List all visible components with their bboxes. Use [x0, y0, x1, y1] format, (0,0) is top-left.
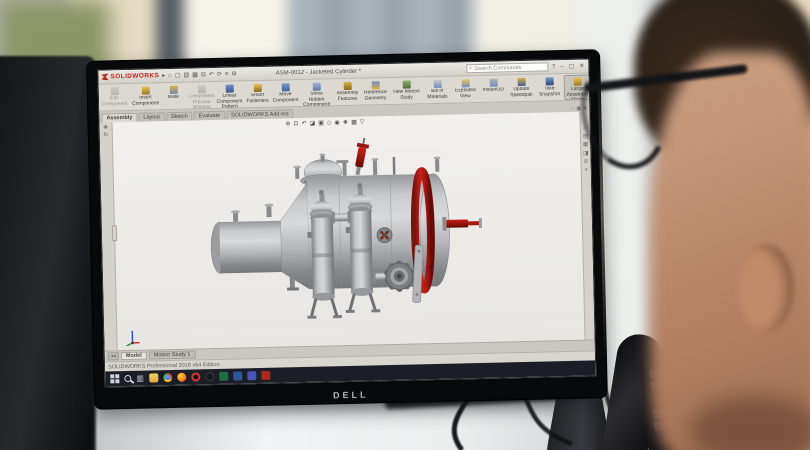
taskbar-search-icon[interactable] [124, 375, 131, 382]
edit-appearance-icon[interactable]: ❖ [343, 119, 349, 126]
open-icon[interactable]: ▤ [183, 72, 189, 78]
minimize-icon[interactable]: – [559, 64, 564, 70]
ribbon-button-new-motion-study[interactable]: New Motion Study [393, 78, 421, 104]
custom-properties-icon[interactable]: ≡ [585, 168, 588, 174]
media-app-icon[interactable] [205, 372, 214, 381]
insert-components-icon [141, 86, 149, 94]
component-preview-window-icon [197, 85, 205, 93]
ribbon-button-bill-of-materials[interactable]: Bill of Materials [424, 78, 452, 104]
firefox-icon[interactable] [177, 373, 186, 382]
origin-triad-icon [124, 328, 140, 346]
search-commands-box[interactable]: ⌕ Search Commands [466, 62, 548, 73]
print-icon[interactable]: ⊟ [201, 72, 206, 78]
relief-valve-red[interactable] [352, 137, 371, 176]
flyout-arrow-icon[interactable]: ▸ [162, 73, 165, 79]
rollback-icon[interactable]: ↻ [103, 132, 108, 138]
ribbon-button-take-snapshot[interactable]: Take Snapshot [536, 75, 564, 101]
exploded-view-icon [461, 79, 469, 87]
acrobat-icon[interactable] [261, 371, 270, 380]
ribbon-button-reference-geometry[interactable]: Reference Geometry [362, 79, 390, 105]
ribbon-button-edit-component[interactable]: Edit Component [101, 85, 129, 111]
zoom-to-fit-icon[interactable]: ⊕ [285, 120, 290, 127]
instant3d-icon [489, 79, 497, 87]
maximize-icon[interactable]: ▢ [568, 63, 576, 69]
file-explorer-icon[interactable]: ▦ [583, 143, 588, 149]
panel-splitter-handle[interactable] [112, 225, 117, 241]
solidworks-window: SOLIDWORKS ▸ ⌂ ▢ ▤ ▦ ⊟ ↶ ⟳ ≡ ⚙ ASM-0012 … [97, 58, 596, 387]
take-snapshot-icon [545, 77, 553, 85]
assembly-features-icon [343, 82, 351, 90]
left-shell[interactable] [211, 221, 282, 274]
bill-of-materials-icon [433, 80, 441, 88]
hide-show-items-icon[interactable]: ◉ [334, 119, 339, 126]
undo-icon[interactable]: ↶ [209, 71, 214, 77]
previous-view-icon[interactable]: ↶ [301, 120, 306, 127]
opera-icon[interactable] [191, 372, 200, 381]
ribbon-button-insert-components[interactable]: Insert Components [132, 84, 160, 110]
graphics-viewport[interactable]: ◈ ↻ ⊕ ⊡ ↶ ◪ ▣ ◇ ◉ ❖ ▦ ▽ [100, 111, 595, 350]
ribbon-button-linear-component-pattern[interactable]: Linear Component Pattern [216, 82, 244, 108]
apply-scene-icon[interactable]: ▦ [351, 119, 357, 126]
word-icon[interactable] [233, 371, 242, 380]
linear-component-pattern-icon [225, 85, 233, 93]
new-document-icon[interactable]: ▢ [175, 72, 181, 78]
tab-model[interactable]: Model [121, 352, 147, 361]
front-flange-wheel[interactable] [377, 228, 392, 243]
ribbon-button-move-component[interactable]: Move Component [272, 81, 300, 107]
chrome-icon[interactable] [163, 373, 172, 382]
appearances-scenes-icon[interactable]: ◎ [584, 160, 589, 166]
update-speedpak-icon [517, 78, 525, 86]
reference-geometry-icon [371, 81, 379, 89]
window-title: ASM-0012 - Jacketed Cylinder * [218, 67, 418, 78]
view-settings-icon[interactable]: ▽ [360, 119, 365, 126]
ribbon-button-instant3d[interactable]: Instant3D [480, 76, 508, 102]
move-component-icon [281, 83, 289, 91]
close-icon[interactable]: ✕ [578, 63, 585, 69]
ribbon-button-exploded-view[interactable]: Exploded View [452, 77, 480, 103]
home-icon[interactable]: ⌂ [168, 72, 172, 78]
mate-icon [169, 86, 177, 94]
task-view-icon[interactable]: ▥ [136, 374, 144, 382]
tab-motion-study-1[interactable]: Motion Study 1 [149, 350, 196, 359]
person-head [650, 52, 810, 450]
search-placeholder: Search Commands [474, 65, 521, 72]
secondary-monitor-back [0, 56, 96, 450]
edit-component-icon [110, 87, 118, 95]
person-ear [738, 244, 794, 332]
solidworks-logo-icon [101, 73, 108, 80]
save-icon[interactable]: ▦ [192, 72, 198, 78]
smart-fasteners-icon [253, 84, 261, 92]
large-assembly-mode-icon [573, 78, 581, 86]
new-motion-study-icon [402, 81, 410, 89]
tab-scroll-arrows[interactable]: ◂◂ [108, 352, 119, 360]
assembly-tree-icon[interactable]: ◈ [103, 124, 108, 130]
reducer-cone[interactable] [280, 183, 310, 290]
cad-model-pressure-vessel[interactable] [188, 132, 488, 339]
display-style-icon[interactable]: ◇ [327, 119, 332, 126]
ribbon-button-assembly-features[interactable]: Assembly Features [334, 80, 362, 106]
excel-icon[interactable] [219, 372, 228, 381]
search-icon: ⌕ [469, 65, 473, 72]
teams-icon[interactable] [247, 371, 256, 380]
view-palette-icon[interactable]: ◨ [583, 151, 588, 157]
ribbon-button-component-preview-window[interactable]: Component Preview Window [188, 83, 216, 109]
file-explorer-taskbar-icon[interactable] [149, 373, 158, 382]
start-button[interactable] [110, 374, 119, 383]
ribbon-button-show-hidden-components[interactable]: Show Hidden Components [303, 80, 331, 106]
show-hidden-components-icon [312, 83, 320, 91]
help-icon[interactable]: ? [551, 64, 556, 70]
heads-up-view-toolbar: ⊕ ⊡ ↶ ◪ ▣ ◇ ◉ ❖ ▦ ▽ [285, 119, 364, 128]
ribbon-button-update-speedpak[interactable]: Update Speedpak [508, 76, 536, 102]
ribbon-button-smart-fasteners[interactable]: Smart Fasteners [244, 82, 272, 108]
solidworks-brand: SOLIDWORKS [110, 72, 159, 80]
office-photo-scene: SOLIDWORKS ▸ ⌂ ▢ ▤ ▦ ⊟ ↶ ⟳ ≡ ⚙ ASM-0012 … [0, 0, 810, 450]
ribbon-button-mate[interactable]: Mate [160, 84, 188, 110]
zoom-to-area-icon[interactable]: ⊡ [293, 120, 298, 127]
dell-monitor: SOLIDWORKS ▸ ⌂ ▢ ▤ ▦ ⊟ ↶ ⟳ ≡ ⚙ ASM-0012 … [86, 49, 608, 410]
view-orientation-icon[interactable]: ▣ [318, 119, 324, 126]
section-view-icon[interactable]: ◪ [309, 120, 315, 127]
